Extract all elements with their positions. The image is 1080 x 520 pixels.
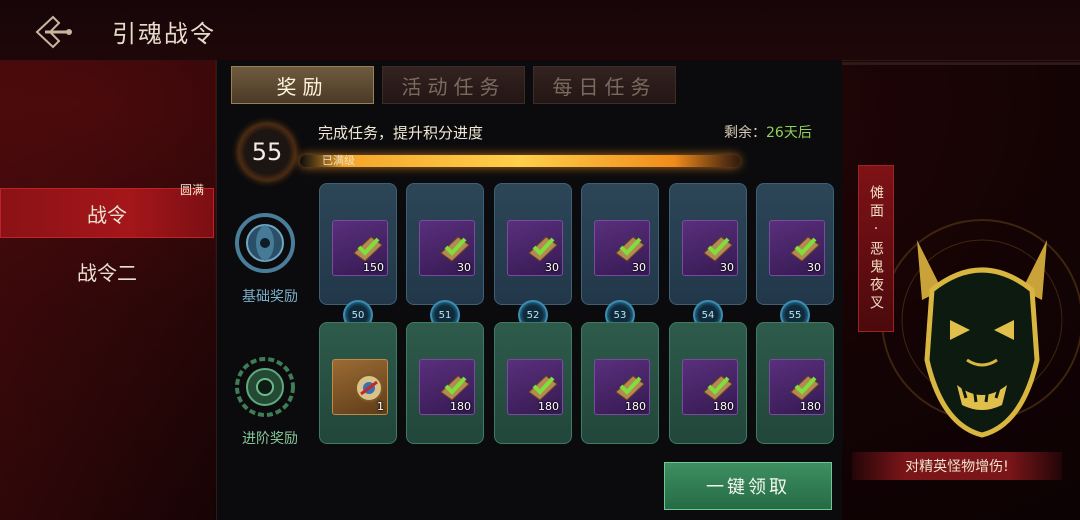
oni-mask-icon[interactable] (862, 180, 1080, 460)
scroll-check-icon (440, 236, 470, 262)
advanced-reward-card[interactable]: 180 (756, 322, 834, 444)
divider (842, 62, 1080, 65)
reward-quantity: 30 (545, 261, 559, 274)
task-hint: 完成任务，提升积分进度 (318, 124, 484, 142)
scroll-check-icon (790, 375, 820, 401)
tab-event-tasks[interactable]: 活动任务 (382, 66, 525, 104)
sidebar-item-label: 战令 (87, 202, 127, 227)
reward-item-slot: 150 (332, 220, 388, 276)
page-title: 引魂战令 (112, 20, 216, 48)
claim-all-button[interactable]: 一键领取 (664, 462, 832, 510)
tab-label: 活动任务 (401, 74, 506, 99)
reward-item-slot: 30 (594, 220, 650, 276)
scroll-check-icon (615, 236, 645, 262)
reward-item-slot: 180 (682, 359, 738, 415)
reward-quantity: 180 (538, 400, 559, 413)
advanced-reward-card[interactable]: 180 (669, 322, 747, 444)
reward-quantity: 30 (457, 261, 471, 274)
reward-item-slot: 1 (332, 359, 388, 415)
sidebar-item-label: 战令二 (77, 260, 137, 285)
scroll-check-icon (703, 375, 733, 401)
back-button[interactable] (26, 10, 80, 54)
advanced-tier-emblem-icon (232, 352, 298, 422)
reward-quantity: 180 (625, 400, 646, 413)
progress-bar (300, 155, 740, 167)
basic-reward-card[interactable]: 30 (494, 183, 572, 305)
reward-item-slot: 30 (507, 220, 563, 276)
remaining-days: 26天后 (766, 125, 812, 141)
reward-quantity: 180 (713, 400, 734, 413)
basic-reward-card[interactable]: 30 (581, 183, 659, 305)
basic-reward-card[interactable]: 30 (406, 183, 484, 305)
reward-quantity: 150 (363, 261, 384, 274)
advanced-rewards-label: 进阶奖励 (242, 431, 298, 447)
reward-quantity: 180 (800, 400, 821, 413)
basic-reward-card[interactable]: 150 (319, 183, 397, 305)
remaining-time: 剩余：26天后 (724, 122, 812, 142)
progress-status: 已满级 (322, 154, 355, 167)
showcase-buff-text: 对精英怪物增伤! (852, 452, 1062, 480)
advanced-reward-card[interactable]: 1 (319, 322, 397, 444)
reward-quantity: 30 (720, 261, 734, 274)
sidebar-item-battle-pass-2[interactable]: 战令二 (0, 246, 214, 296)
scroll-check-icon (528, 236, 558, 262)
scroll-check-icon (440, 375, 470, 401)
reward-item-slot: 30 (419, 220, 475, 276)
reward-item-slot: 180 (419, 359, 475, 415)
showcase-item-name: 傩面·恶鬼夜叉 (858, 165, 894, 332)
basic-rewards-label: 基础奖励 (242, 289, 298, 305)
tab-label: 每日任务 (552, 74, 657, 99)
back-arrow-icon (35, 15, 72, 49)
tab-daily-tasks[interactable]: 每日任务 (533, 66, 676, 104)
scroll-check-icon (528, 375, 558, 401)
scroll-check-icon (790, 236, 820, 262)
reward-quantity: 30 (632, 261, 646, 274)
reward-item-slot: 180 (594, 359, 650, 415)
basic-reward-card[interactable]: 30 (756, 183, 834, 305)
advanced-reward-card[interactable]: 180 (494, 322, 572, 444)
reward-quantity: 30 (807, 261, 821, 274)
status-badge: 圆满 (180, 183, 205, 197)
basic-reward-card[interactable]: 30 (669, 183, 747, 305)
basic-tier-emblem-icon (232, 208, 298, 278)
scroll-check-icon (615, 375, 645, 401)
scroll-check-icon (353, 236, 383, 262)
reward-item-slot: 30 (682, 220, 738, 276)
level-indicator: 55 (239, 124, 295, 180)
advanced-reward-card[interactable]: 180 (581, 322, 659, 444)
claim-all-label: 一键领取 (706, 477, 790, 498)
remaining-label: 剩余： (724, 125, 766, 141)
tab-rewards[interactable]: 奖励 (231, 66, 374, 104)
advanced-reward-card[interactable]: 180 (406, 322, 484, 444)
reward-quantity: 1 (377, 400, 384, 413)
scroll-check-icon (703, 236, 733, 262)
reward-item-slot: 180 (769, 359, 825, 415)
reward-quantity: 180 (450, 400, 471, 413)
reward-item-slot: 30 (769, 220, 825, 276)
reward-item-slot: 180 (507, 359, 563, 415)
tab-label: 奖励 (276, 74, 329, 99)
